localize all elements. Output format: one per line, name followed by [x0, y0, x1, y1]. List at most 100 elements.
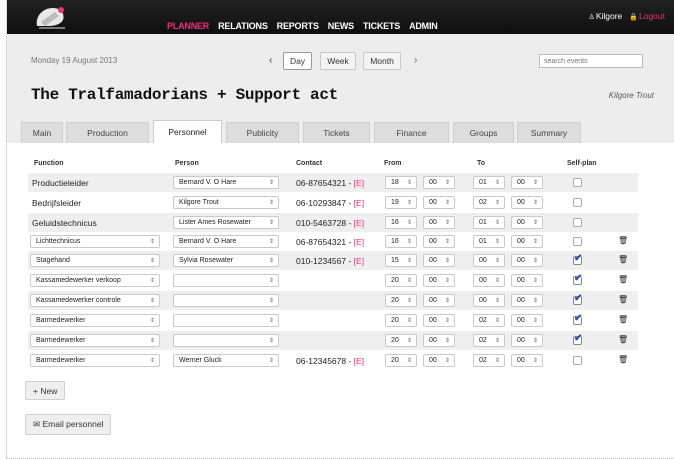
- to-minute-select[interactable]: 00 ⇕: [511, 176, 543, 189]
- person-select[interactable]: Lister Ames Rosewater ⇕: [173, 216, 279, 229]
- logo-icon[interactable]: [31, 2, 71, 32]
- user-link[interactable]: ♙Kilgore: [589, 11, 623, 21]
- to-minute-select[interactable]: 00 ⇕: [511, 274, 543, 287]
- nav-item-relations[interactable]: RELATIONS: [218, 21, 268, 31]
- person-select[interactable]: Kilgore Trout ⇕: [173, 196, 279, 209]
- person-select[interactable]: Bernard V. O Hare ⇕: [173, 235, 279, 248]
- selfplan-checkbox[interactable]: [573, 253, 582, 265]
- selfplan-checkbox[interactable]: [573, 198, 582, 207]
- function-select[interactable]: Lichttechnicus ⇕: [30, 235, 160, 248]
- to-hour-select[interactable]: 00 ⇕: [473, 274, 505, 287]
- from-hour-select[interactable]: 20 ⇕: [385, 354, 417, 367]
- email-link[interactable]: [E]: [354, 256, 364, 266]
- email-link[interactable]: [E]: [354, 198, 364, 208]
- from-minute-select[interactable]: 00 ⇕: [423, 274, 455, 287]
- to-minute-select[interactable]: 00 ⇕: [511, 294, 543, 307]
- selfplan-checkbox[interactable]: [573, 218, 582, 227]
- from-hour-select[interactable]: 16 ⇕: [385, 216, 417, 229]
- to-minute-select[interactable]: 00 ⇕: [511, 235, 543, 248]
- to-hour-select[interactable]: 02 ⇕: [473, 314, 505, 327]
- function-select[interactable]: Barmedewerker ⇕: [30, 334, 160, 347]
- selfplan-checkbox[interactable]: [573, 273, 582, 285]
- email-link[interactable]: [E]: [354, 356, 364, 366]
- to-hour-select[interactable]: 01 ⇕: [473, 176, 505, 189]
- selfplan-checkbox[interactable]: [573, 293, 582, 305]
- from-minute-select[interactable]: 00 ⇕: [423, 294, 455, 307]
- to-minute-select[interactable]: 00 ⇕: [511, 196, 543, 209]
- trash-icon[interactable]: 🗑: [618, 255, 628, 264]
- from-minute-select[interactable]: 00 ⇕: [423, 334, 455, 347]
- tab-main[interactable]: Main: [21, 122, 63, 143]
- trash-icon[interactable]: 🗑: [618, 335, 628, 344]
- tab-publicity[interactable]: Publicity: [226, 122, 299, 143]
- trash-icon[interactable]: 🗑: [618, 275, 628, 284]
- person-select[interactable]: ⇕: [173, 334, 279, 347]
- email-link[interactable]: [E]: [354, 218, 364, 228]
- trash-icon[interactable]: 🗑: [618, 355, 628, 364]
- selfplan-checkbox[interactable]: [573, 313, 582, 325]
- person-select[interactable]: Werner Gluck ⇕: [173, 354, 279, 367]
- tab-groups[interactable]: Groups: [453, 122, 514, 143]
- person-select[interactable]: ⇕: [173, 294, 279, 307]
- nav-item-news[interactable]: NEWS: [328, 21, 354, 31]
- tab-summary[interactable]: Summary: [517, 122, 581, 143]
- to-minute-select[interactable]: 00 ⇕: [511, 334, 543, 347]
- trash-icon[interactable]: 🗑: [618, 236, 628, 245]
- nav-item-admin[interactable]: ADMIN: [409, 21, 438, 31]
- email-link[interactable]: [E]: [354, 178, 364, 188]
- email-personnel-button[interactable]: ✉ Email personnel: [25, 414, 112, 435]
- search-input[interactable]: [539, 54, 643, 68]
- from-minute-select[interactable]: 00 ⇕: [423, 216, 455, 229]
- email-link[interactable]: [E]: [354, 237, 364, 247]
- from-minute-select[interactable]: 00 ⇕: [423, 196, 455, 209]
- from-hour-select[interactable]: 20 ⇕: [385, 314, 417, 327]
- from-minute-select[interactable]: 00 ⇕: [423, 314, 455, 327]
- function-select[interactable]: Kassamedewerker verkoop ⇕: [30, 274, 160, 287]
- to-hour-select[interactable]: 01 ⇕: [473, 235, 505, 248]
- to-hour-select[interactable]: 01 ⇕: [473, 216, 505, 229]
- person-select[interactable]: ⇕: [173, 274, 279, 287]
- next-day-arrow-icon[interactable]: ›: [414, 55, 417, 66]
- to-hour-select[interactable]: 02 ⇕: [473, 196, 505, 209]
- function-select[interactable]: Barmedewerker ⇕: [30, 354, 160, 367]
- to-minute-select[interactable]: 00 ⇕: [511, 354, 543, 367]
- to-hour-select[interactable]: 02 ⇕: [473, 334, 505, 347]
- new-row-button[interactable]: + New: [25, 381, 66, 400]
- tab-personnel[interactable]: Personnel: [153, 120, 222, 143]
- from-hour-select[interactable]: 19 ⇕: [385, 196, 417, 209]
- from-minute-select[interactable]: 00 ⇕: [423, 176, 455, 189]
- person-select[interactable]: Bernard V. O Hare ⇕: [173, 176, 279, 189]
- function-select[interactable]: Stagehand ⇕: [30, 254, 160, 267]
- selfplan-checkbox[interactable]: [573, 237, 582, 246]
- tab-tickets[interactable]: Tickets: [303, 122, 370, 143]
- selfplan-checkbox[interactable]: [573, 178, 582, 187]
- nav-item-tickets[interactable]: TICKETS: [363, 21, 400, 31]
- to-minute-select[interactable]: 00 ⇕: [511, 254, 543, 267]
- selfplan-checkbox[interactable]: [573, 356, 582, 365]
- from-hour-select[interactable]: 16 ⇕: [385, 235, 417, 248]
- function-select[interactable]: Kassamedewerker controle ⇕: [30, 294, 160, 307]
- from-hour-select[interactable]: 20 ⇕: [385, 274, 417, 287]
- from-minute-select[interactable]: 00 ⇕: [423, 254, 455, 267]
- view-week-button[interactable]: Week: [320, 52, 356, 70]
- view-day-button[interactable]: Day: [283, 52, 312, 70]
- from-hour-select[interactable]: 20 ⇕: [385, 334, 417, 347]
- tab-finance[interactable]: Finance: [374, 122, 449, 143]
- person-select[interactable]: Sylvia Rosewater ⇕: [173, 254, 279, 267]
- nav-item-planner[interactable]: PLANNER: [167, 21, 209, 31]
- to-minute-select[interactable]: 00 ⇕: [511, 216, 543, 229]
- from-minute-select[interactable]: 00 ⇕: [423, 354, 455, 367]
- selfplan-checkbox[interactable]: [573, 333, 582, 345]
- nav-item-reports[interactable]: REPORTS: [277, 21, 319, 31]
- view-month-button[interactable]: Month: [363, 52, 401, 70]
- trash-icon[interactable]: 🗑: [618, 315, 628, 324]
- from-hour-select[interactable]: 18 ⇕: [385, 176, 417, 189]
- from-hour-select[interactable]: 15 ⇕: [385, 254, 417, 267]
- function-select[interactable]: Barmedewerker ⇕: [30, 314, 160, 327]
- tab-production[interactable]: Production: [66, 122, 149, 143]
- from-minute-select[interactable]: 00 ⇕: [423, 235, 455, 248]
- trash-icon[interactable]: 🗑: [618, 295, 628, 304]
- to-minute-select[interactable]: 00 ⇕: [511, 314, 543, 327]
- to-hour-select[interactable]: 00 ⇕: [473, 254, 505, 267]
- from-hour-select[interactable]: 20 ⇕: [385, 294, 417, 307]
